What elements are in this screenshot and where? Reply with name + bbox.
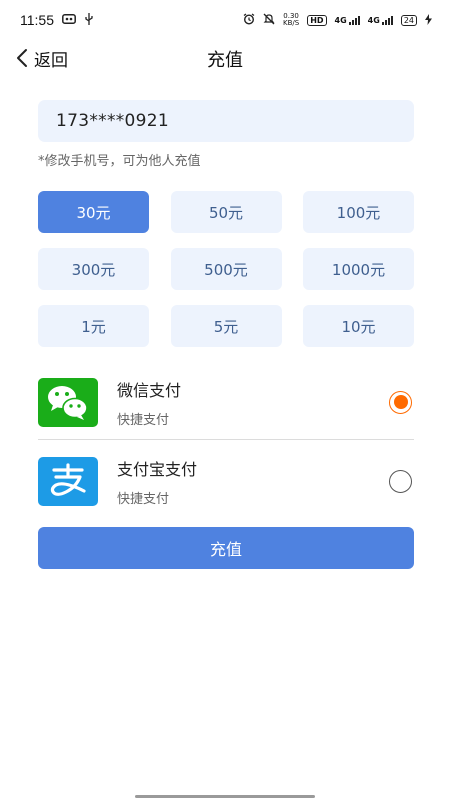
wechat-pay-subtitle: 快捷支付 — [117, 412, 170, 428]
status-left: 11:55 — [20, 12, 94, 28]
amount-option-50[interactable]: 50元 — [170, 191, 282, 233]
page-title: 充值 — [207, 50, 243, 71]
amount-grid: 30元 50元 100元 300元 500元 1000元 1元 5元 10元 — [38, 191, 414, 347]
alipay-pay-name: 支付宝支付 — [117, 459, 198, 479]
status-time: 11:55 — [20, 12, 54, 28]
payment-divider — [38, 439, 414, 440]
network-type-2: 4G — [367, 16, 380, 25]
alipay-radio[interactable] — [389, 469, 412, 493]
signal-bars-icon — [348, 15, 360, 25]
signal-icon: 4G — [335, 15, 360, 25]
hd-icon: HD — [307, 14, 327, 26]
nav-bar: 返回 充值 — [0, 40, 450, 76]
amount-option-500[interactable]: 500元 — [170, 248, 282, 290]
amount-option-10[interactable]: 10元 — [303, 305, 414, 347]
mute-icon — [263, 13, 275, 27]
wechat-logo-icon — [38, 377, 98, 427]
network-type-1: 4G — [334, 16, 347, 25]
battery-icon: 24 — [400, 14, 417, 26]
phone-number-input[interactable] — [38, 100, 414, 142]
amount-option-300[interactable]: 300元 — [38, 248, 149, 290]
net-speed-unit: KB/S — [282, 19, 300, 27]
screen-icon — [62, 14, 76, 26]
wechat-text: 微信支付 快捷支付 — [117, 377, 389, 428]
amount-option-1[interactable]: 1元 — [38, 305, 149, 347]
signal-bars-2-icon — [381, 15, 393, 25]
amount-option-5[interactable]: 5元 — [170, 305, 282, 347]
signal-icon-2: 4G — [368, 15, 393, 25]
net-speed: 0.30 KB/S — [283, 13, 299, 27]
alipay-logo-icon — [38, 456, 98, 506]
usb-icon — [84, 13, 94, 27]
status-right: 0.30 KB/S HD 4G 4G 24 — [243, 13, 432, 27]
wechat-pay-name: 微信支付 — [117, 380, 182, 400]
payment-option-wechat[interactable]: 微信支付 快捷支付 — [38, 372, 414, 432]
phone-hint: *修改手机号，可为他人充值 — [38, 154, 201, 169]
battery-level: 24 — [403, 15, 414, 25]
amount-option-100[interactable]: 100元 — [303, 191, 414, 233]
home-indicator — [135, 795, 315, 798]
payment-option-alipay[interactable]: 支付宝支付 快捷支付 — [38, 451, 414, 511]
status-bar: 11:55 0.30 KB/S HD 4G 4G 24 — [0, 0, 450, 40]
amount-option-1000[interactable]: 1000元 — [303, 248, 414, 290]
amount-option-30[interactable]: 30元 — [38, 191, 149, 233]
alipay-text: 支付宝支付 快捷支付 — [117, 456, 389, 507]
alipay-pay-subtitle: 快捷支付 — [117, 491, 170, 507]
wechat-radio[interactable] — [389, 390, 412, 414]
charging-icon — [425, 13, 432, 27]
alarm-icon — [243, 13, 255, 27]
recharge-button[interactable]: 充值 — [38, 527, 414, 569]
